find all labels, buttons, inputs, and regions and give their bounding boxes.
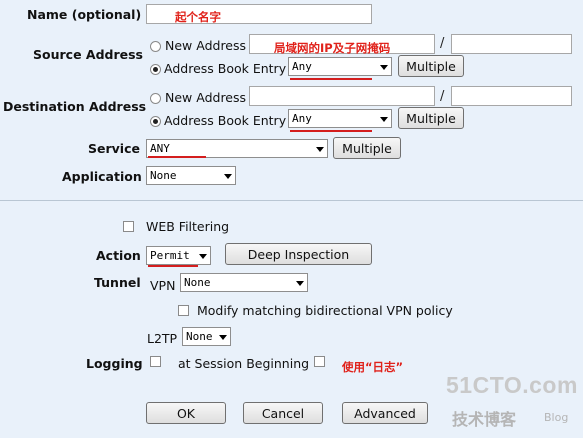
- web-filtering-label: WEB Filtering: [146, 219, 230, 234]
- source-address-select[interactable]: Any: [288, 57, 392, 76]
- tunnel-label: Tunnel: [94, 275, 141, 290]
- name-label: Name (optional): [27, 7, 142, 22]
- destination-underline: [290, 130, 372, 132]
- destination-address-select[interactable]: Any: [288, 109, 392, 128]
- cancel-button[interactable]: Cancel: [243, 402, 323, 424]
- chevron-down-icon: [380, 65, 388, 70]
- source-underline: [290, 78, 372, 80]
- service-underline: [148, 156, 206, 158]
- action-label: Action: [96, 248, 141, 263]
- modify-vpn-policy-checkbox[interactable]: [178, 305, 189, 316]
- modify-vpn-policy-label: Modify matching bidirectional VPN policy: [197, 303, 453, 318]
- source-annotation: 局域网的IP及子网掩码: [274, 41, 391, 55]
- l2tp-label: L2TP: [147, 331, 178, 346]
- source-new-address-radio[interactable]: [150, 41, 161, 52]
- service-multiple-button[interactable]: Multiple: [333, 137, 401, 159]
- section-divider: [0, 200, 583, 201]
- logging-label: Logging: [86, 356, 143, 371]
- source-multiple-button[interactable]: Multiple: [398, 55, 464, 77]
- session-beginning-checkbox[interactable]: [314, 356, 325, 367]
- destination-address-book-label: Address Book Entry: [164, 113, 287, 128]
- source-address-book-radio[interactable]: [150, 64, 161, 75]
- destination-address-label: Destination Address: [3, 99, 147, 114]
- service-value: ANY: [150, 142, 170, 155]
- application-label: Application: [62, 169, 142, 184]
- watermark-blog: Blog: [544, 411, 569, 424]
- vpn-value: None: [184, 276, 211, 289]
- destination-multiple-button[interactable]: Multiple: [398, 107, 464, 129]
- chevron-down-icon: [224, 174, 232, 179]
- application-value: None: [150, 169, 177, 182]
- source-slash: /: [440, 36, 445, 51]
- source-address-book-label: Address Book Entry: [164, 61, 287, 76]
- application-select[interactable]: None: [146, 166, 236, 185]
- chevron-down-icon: [199, 254, 207, 259]
- logging-checkbox[interactable]: [150, 356, 161, 367]
- name-annotation: 起个名字: [175, 10, 221, 24]
- web-filtering-checkbox[interactable]: [123, 221, 134, 232]
- destination-new-address-radio[interactable]: [150, 93, 161, 104]
- watermark-site: 51CTO.com: [446, 372, 578, 398]
- source-new-address-label: New Address: [165, 38, 247, 53]
- destination-netmask-input[interactable]: [451, 86, 572, 106]
- destination-slash: /: [440, 89, 445, 104]
- source-address-value: Any: [292, 60, 312, 73]
- logging-annotation: 使用“日志”: [342, 360, 404, 374]
- action-underline: [148, 265, 198, 267]
- ok-button[interactable]: OK: [146, 402, 226, 424]
- watermark-tagline: 技术博客: [452, 410, 517, 429]
- chevron-down-icon: [316, 147, 324, 152]
- destination-address-book-radio[interactable]: [150, 116, 161, 127]
- chevron-down-icon: [219, 335, 227, 340]
- destination-ip-input[interactable]: [249, 86, 435, 106]
- l2tp-select[interactable]: None: [182, 327, 231, 346]
- destination-new-address-label: New Address: [165, 90, 247, 105]
- vpn-label: VPN: [150, 278, 176, 293]
- destination-address-value: Any: [292, 112, 312, 125]
- deep-inspection-button[interactable]: Deep Inspection: [225, 243, 372, 265]
- session-beginning-label: at Session Beginning: [178, 356, 310, 371]
- action-value: Permit: [150, 249, 190, 262]
- chevron-down-icon: [296, 281, 304, 286]
- service-label: Service: [88, 141, 140, 156]
- l2tp-value: None: [186, 330, 213, 343]
- advanced-button[interactable]: Advanced: [342, 402, 428, 424]
- chevron-down-icon: [380, 117, 388, 122]
- action-select[interactable]: Permit: [146, 246, 211, 265]
- source-netmask-input[interactable]: [451, 34, 572, 54]
- source-address-label: Source Address: [33, 47, 143, 62]
- vpn-select[interactable]: None: [180, 273, 308, 292]
